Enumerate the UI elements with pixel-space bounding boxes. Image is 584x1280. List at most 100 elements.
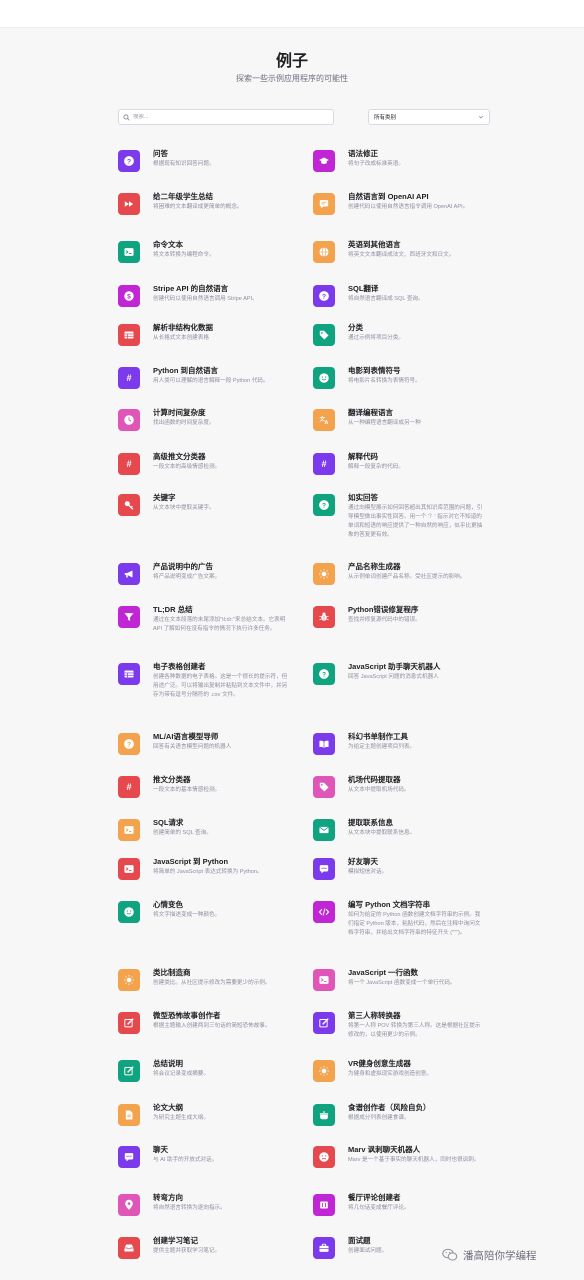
example-description: 回答有关语言模型问题的机器人: [153, 744, 232, 750]
example-title: SQL翻译: [348, 284, 379, 293]
example-title: 餐厅评论创建者: [348, 1193, 401, 1202]
svg-text:$: $: [127, 293, 131, 300]
example-item[interactable]: 编写 Python 文档字符串 如何为给定的 Python 函数创建文档字符串的示…: [313, 899, 483, 938]
example-item[interactable]: # 推文分类器 一段文本的基本情感检测。: [118, 774, 288, 798]
example-item[interactable]: # 解释代码 解释一段复杂的代码。: [313, 451, 483, 475]
example-description: 根据主题输入创建两到三句话的简短恐怖故事。: [153, 1023, 271, 1029]
example-item[interactable]: 总结说明 将会议记录变成摘要。: [118, 1058, 288, 1082]
example-item[interactable]: 食谱创作者（风险自负） 根据成分列表创建食谱。: [313, 1102, 483, 1126]
example-item[interactable]: ? SQL翻译 将自然语言翻译成 SQL 查询。: [313, 283, 483, 307]
example-item[interactable]: 产品说明中的广告 将产品说明变成广告文案。: [118, 561, 288, 585]
example-item[interactable]: 电影到表情符号 将电影片名转换为表情符号。: [313, 365, 483, 389]
example-item[interactable]: SQL请求创建简单的 SQL 查询。: [118, 817, 288, 841]
pencil-square-icon: [313, 1012, 335, 1034]
example-item[interactable]: # Python 到自然语言 用人类可以理解的语言解释一段 Python 代码。: [118, 365, 288, 389]
example-item[interactable]: 文 A 翻译编程语言 从一种编程语言翻译成另一种: [313, 407, 483, 431]
example-item[interactable]: VR健身创意生成器 为健身和虚拟现实游戏创造创意。: [313, 1058, 483, 1082]
example-item[interactable]: 计算时间复杂度 找出函数的时间复杂度。: [118, 407, 288, 431]
cooking-pot-icon: [313, 1104, 335, 1126]
dollar-icon: $: [118, 285, 140, 307]
example-text: 编写 Python 文档字符串 如何为给定的 Python 函数创建文档字符串的示…: [348, 899, 483, 938]
example-item[interactable]: 给二年级学生总结 将困难的文本翻译成更简单的概念。: [118, 191, 288, 215]
example-description: 为研究主题生成大纲。: [153, 1115, 209, 1121]
example-item[interactable]: JavaScript 一行函数 将一个 JavaScript 函数变成一个单行代码…: [313, 967, 483, 991]
example-item[interactable]: Marv 讽刺聊天机器人 Marv 是一个基于事实的聊天机器人，同时也很讽刺。: [313, 1144, 483, 1168]
code-icon: [313, 901, 335, 923]
example-item[interactable]: $ Stripe API 的自然语言 创建代码以使用自然语言调用 Stripe AP…: [118, 283, 288, 307]
example-item[interactable]: 心情变色 将文字描述变成一种颜色。: [118, 899, 288, 923]
example-item[interactable]: # 高级推文分类器 一段文本的高级情感检测。: [118, 451, 288, 475]
svg-text:#: #: [126, 373, 131, 383]
example-text: 转弯方向 将自然语言转换为逐向指示。: [153, 1192, 288, 1216]
example-item[interactable]: 微型恐怖故事创作者 根据主题输入创建两到三句话的简短恐怖故事。: [118, 1010, 288, 1034]
example-item[interactable]: 聊天与 AI 助手的开放式对话。: [118, 1144, 288, 1168]
example-title: SQL请求: [153, 818, 184, 827]
message-code-icon: [313, 193, 335, 215]
example-item[interactable]: JavaScript 到 Python 将简单的 JavaScript 表达式转换…: [118, 856, 288, 880]
globe-icon: [313, 241, 335, 263]
example-item[interactable]: 类比制造商 创建类比。从社区提示修改为需要更少的示例。: [118, 967, 288, 991]
lightbulb-icon: [313, 1060, 335, 1082]
example-title: 分类: [348, 323, 363, 332]
example-item[interactable]: 机场代码提取器 从文本中提取机场代码。: [313, 774, 483, 798]
example-title: 翻译编程语言: [348, 408, 393, 417]
example-item[interactable]: ? ML/AI语言模型导师 回答有关语言模型问题的机器人: [118, 731, 288, 755]
example-item[interactable]: ? 问答 根据现有知识回答问题。: [118, 148, 288, 172]
example-item[interactable]: ? JavaScript 助手聊天机器人 回答 JavaScript 问题的消息式机…: [313, 661, 483, 685]
example-item[interactable]: 分类 通过示例将项目分类。: [313, 322, 483, 346]
example-item[interactable]: 科幻书单制作工具 为给定主题创建项目列表。: [313, 731, 483, 755]
example-title: 编写 Python 文档字符串: [348, 900, 431, 909]
example-item[interactable]: 关键字 从文本块中提取关键字。: [118, 492, 288, 516]
example-description: 将文本转换为编程命令。: [153, 252, 215, 258]
example-item[interactable]: 英语到其他语言 将英文文本翻译成法文、西班牙文和日文。: [313, 239, 483, 263]
pencil-square-icon: [118, 1012, 140, 1034]
example-item[interactable]: 命令文本 将文本转换为编程命令。: [118, 239, 288, 263]
example-description: 通过在文本段落的末尾添加"tl;dr:"来总结文本。它表明 API 了解如何在没…: [153, 617, 286, 632]
example-text: 产品名称生成器 从示例单词创建产品名称。受社区提示的影响。: [348, 561, 483, 585]
example-item[interactable]: Python错误修复程序 查找并修复源代码中的错误。: [313, 604, 483, 628]
example-item[interactable]: 电子表格创建者 创建各种数据的电子表格。这是一个很长的提示符，但用途广泛。可以将输…: [118, 661, 288, 700]
example-text: 解释代码 解释一段复杂的代码。: [348, 451, 483, 475]
example-text: ML/AI语言模型导师回答有关语言模型问题的机器人: [153, 731, 288, 755]
example-item[interactable]: 解析非结构化数据 从长格式文本创建表格: [118, 322, 288, 346]
terminal-icon: [118, 241, 140, 263]
example-text: Python 到自然语言 用人类可以理解的语言解释一段 Python 代码。: [153, 365, 288, 389]
example-title: 好友聊天: [348, 857, 378, 866]
svg-text:#: #: [126, 782, 131, 792]
example-item[interactable]: TL;DR 总结 通过在文本段落的末尾添加"tl;dr:"来总结文本。它表明 AP…: [118, 604, 288, 634]
example-text: 提取联系信息 从文本块中提取联系信息。: [348, 817, 483, 841]
example-title: ML/AI语言模型导师: [153, 732, 219, 741]
example-text: 创建学习笔记 提供主题并获取学习笔记。: [153, 1235, 288, 1259]
example-item[interactable]: 提取联系信息 从文本块中提取联系信息。: [313, 817, 483, 841]
book-open-icon: [313, 733, 335, 755]
briefcase-icon: [313, 1237, 335, 1259]
example-item[interactable]: 好友聊天 模拟短信对话。: [313, 856, 483, 880]
chat-icon: [118, 1146, 140, 1168]
example-title: 解释代码: [348, 452, 378, 461]
example-item[interactable]: 论文大纲 为研究主题生成大纲。: [118, 1102, 288, 1126]
example-description: 创建简单的 SQL 查询。: [153, 830, 212, 836]
example-description: 查找并修复源代码中的错误。: [348, 617, 421, 623]
example-text: 类比制造商 创建类比。从社区提示修改为需要更少的示例。: [153, 967, 288, 991]
watermark-text: 潘高陪你学编程: [463, 1249, 537, 1262]
example-description: 通过向模型展示如何回答超出其知识库范围的问题，引导模型做出事实性回答。用一个 '…: [348, 505, 483, 538]
example-text: 如实回答 通过向模型展示如何回答超出其知识库范围的问题，引导模型做出事实性回答。用…: [348, 492, 483, 540]
example-description: 找出函数的时间复杂度。: [153, 420, 215, 426]
example-item[interactable]: 语法修正 将句子改成标准英语。: [313, 148, 483, 172]
example-text: JavaScript 一行函数 将一个 JavaScript 函数变成一个单行代码…: [348, 967, 483, 991]
example-description: 回答 JavaScript 问题的消息式机器人: [348, 674, 439, 680]
example-item[interactable]: ? 如实回答 通过向模型展示如何回答超出其知识库范围的问题，引导模型做出事实性回答。…: [313, 492, 483, 540]
example-item[interactable]: 餐厅评论创建者 将几句话变成餐厅评论。: [313, 1192, 483, 1216]
svg-text:?: ?: [322, 293, 326, 300]
example-title: 问答: [153, 149, 168, 158]
example-item[interactable]: 第三人称转换器 将第一人称 POV 转换为第三人称。这是根据社区提示修改的，以使用…: [313, 1010, 483, 1040]
example-item[interactable]: 转弯方向 将自然语言转换为逐向指示。: [118, 1192, 288, 1216]
example-description: 将电影片名转换为表情符号。: [348, 378, 421, 384]
example-item[interactable]: 创建学习笔记 提供主题并获取学习笔记。: [118, 1235, 288, 1259]
example-text: 机场代码提取器 从文本中提取机场代码。: [348, 774, 483, 798]
example-description: 将困难的文本翻译成更简单的概念。: [153, 204, 243, 210]
example-title: 心情变色: [153, 900, 183, 909]
example-item[interactable]: 产品名称生成器 从示例单词创建产品名称。受社区提示的影响。: [313, 561, 483, 585]
svg-text:A: A: [325, 420, 329, 426]
example-item[interactable]: 自然语言到 OpenAI API 创建代码以使用自然语言指令调用 OpenAI A…: [313, 191, 483, 215]
